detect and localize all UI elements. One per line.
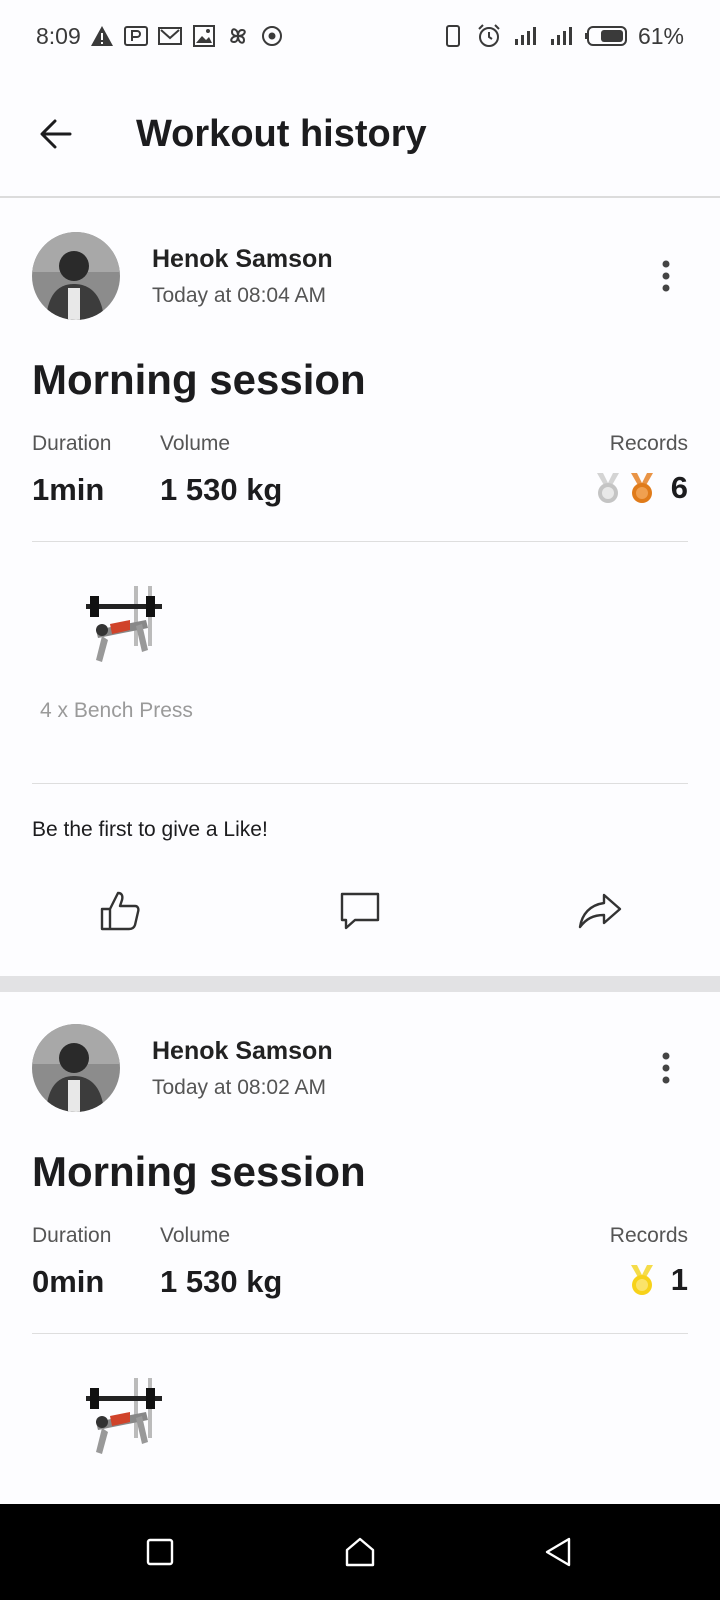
comment-button[interactable] — [325, 876, 395, 946]
more-options-button[interactable] — [644, 246, 688, 306]
back-button[interactable] — [26, 104, 86, 164]
more-vertical-icon — [662, 260, 670, 292]
session-title[interactable]: Morning session — [32, 356, 366, 404]
silver-medal-icon — [596, 473, 619, 503]
phone-icon — [445, 25, 460, 47]
share-button[interactable] — [565, 876, 635, 946]
exercise-label: 4 x Bench Press — [40, 699, 193, 722]
thumbs-up-icon — [100, 891, 140, 931]
records-value: 6 — [670, 470, 688, 505]
signal-icon — [550, 27, 572, 45]
avatar[interactable] — [32, 232, 120, 320]
duration-value: 1min — [32, 472, 105, 507]
recents-button[interactable] — [130, 1522, 190, 1582]
records-value: 1 — [670, 1262, 688, 1297]
exercise-item[interactable] — [40, 1372, 200, 1467]
page-title: Workout history — [136, 112, 427, 155]
card-separator — [0, 976, 720, 992]
share-icon — [578, 893, 622, 929]
system-nav-bar — [0, 1504, 720, 1600]
bench-press-image — [86, 1378, 162, 1454]
user-name[interactable]: Henok Samson — [152, 1037, 333, 1066]
app-bar: Workout history — [0, 72, 720, 198]
workout-time: Today at 08:04 AM — [152, 283, 326, 307]
status-time: 8:09 — [36, 22, 81, 49]
like-button[interactable] — [85, 876, 155, 946]
volume-value: 1 530 kg — [160, 1264, 283, 1299]
square-icon — [146, 1538, 174, 1566]
more-vertical-icon — [662, 1052, 670, 1084]
battery-percent: 61% — [637, 22, 684, 49]
comment-icon — [340, 892, 380, 930]
target-icon — [261, 26, 282, 46]
battery-icon — [584, 26, 627, 46]
volume-label: Volume — [160, 432, 231, 455]
more-options-button[interactable] — [644, 1038, 688, 1098]
action-bar — [0, 876, 720, 946]
volume-label: Volume — [160, 1224, 231, 1247]
session-title[interactable]: Morning session — [32, 1148, 366, 1196]
workout-stats: Duration 0min Volume 1 530 kg Records 1 — [32, 1224, 688, 1334]
volume-value: 1 530 kg — [160, 472, 283, 507]
warning-icon — [90, 26, 113, 46]
records-label: Records — [609, 432, 688, 455]
status-bar: 8:09 61% — [0, 0, 720, 72]
records-label: Records — [609, 1224, 688, 1247]
duration-label: Duration — [32, 432, 112, 455]
user-header: Henok Samson Today at 08:02 AM — [32, 1024, 688, 1112]
bronze-medal-icon — [630, 473, 653, 503]
image-icon — [192, 25, 215, 47]
parking-icon — [123, 26, 148, 46]
mail-icon — [157, 27, 182, 45]
workout-stats: Duration 1min Volume 1 530 kg Records 6 — [32, 432, 688, 542]
pinwheel-icon — [230, 28, 246, 44]
duration-value: 0min — [32, 1264, 105, 1299]
workout-card[interactable]: Henok Samson Today at 08:02 AM Morning s… — [0, 992, 720, 1504]
gold-medal-icon — [630, 1265, 653, 1295]
workout-time: Today at 08:02 AM — [152, 1075, 326, 1099]
home-icon — [345, 1537, 375, 1567]
signal-icon — [514, 27, 536, 45]
divider — [32, 783, 688, 784]
workout-card[interactable]: Henok Samson Today at 08:04 AM Morning s… — [0, 200, 720, 976]
like-prompt: Be the first to give a Like! — [32, 818, 268, 841]
home-button[interactable] — [330, 1522, 390, 1582]
user-name[interactable]: Henok Samson — [152, 245, 333, 274]
system-back-button[interactable] — [528, 1522, 588, 1582]
exercise-item[interactable]: 4 x Bench Press — [40, 580, 200, 723]
avatar[interactable] — [32, 1024, 120, 1112]
triangle-back-icon — [545, 1537, 571, 1567]
user-header: Henok Samson Today at 08:04 AM — [32, 232, 688, 320]
arrow-left-icon — [40, 119, 72, 149]
duration-label: Duration — [32, 1224, 112, 1247]
alarm-icon — [478, 24, 500, 47]
bench-press-image — [86, 586, 162, 662]
